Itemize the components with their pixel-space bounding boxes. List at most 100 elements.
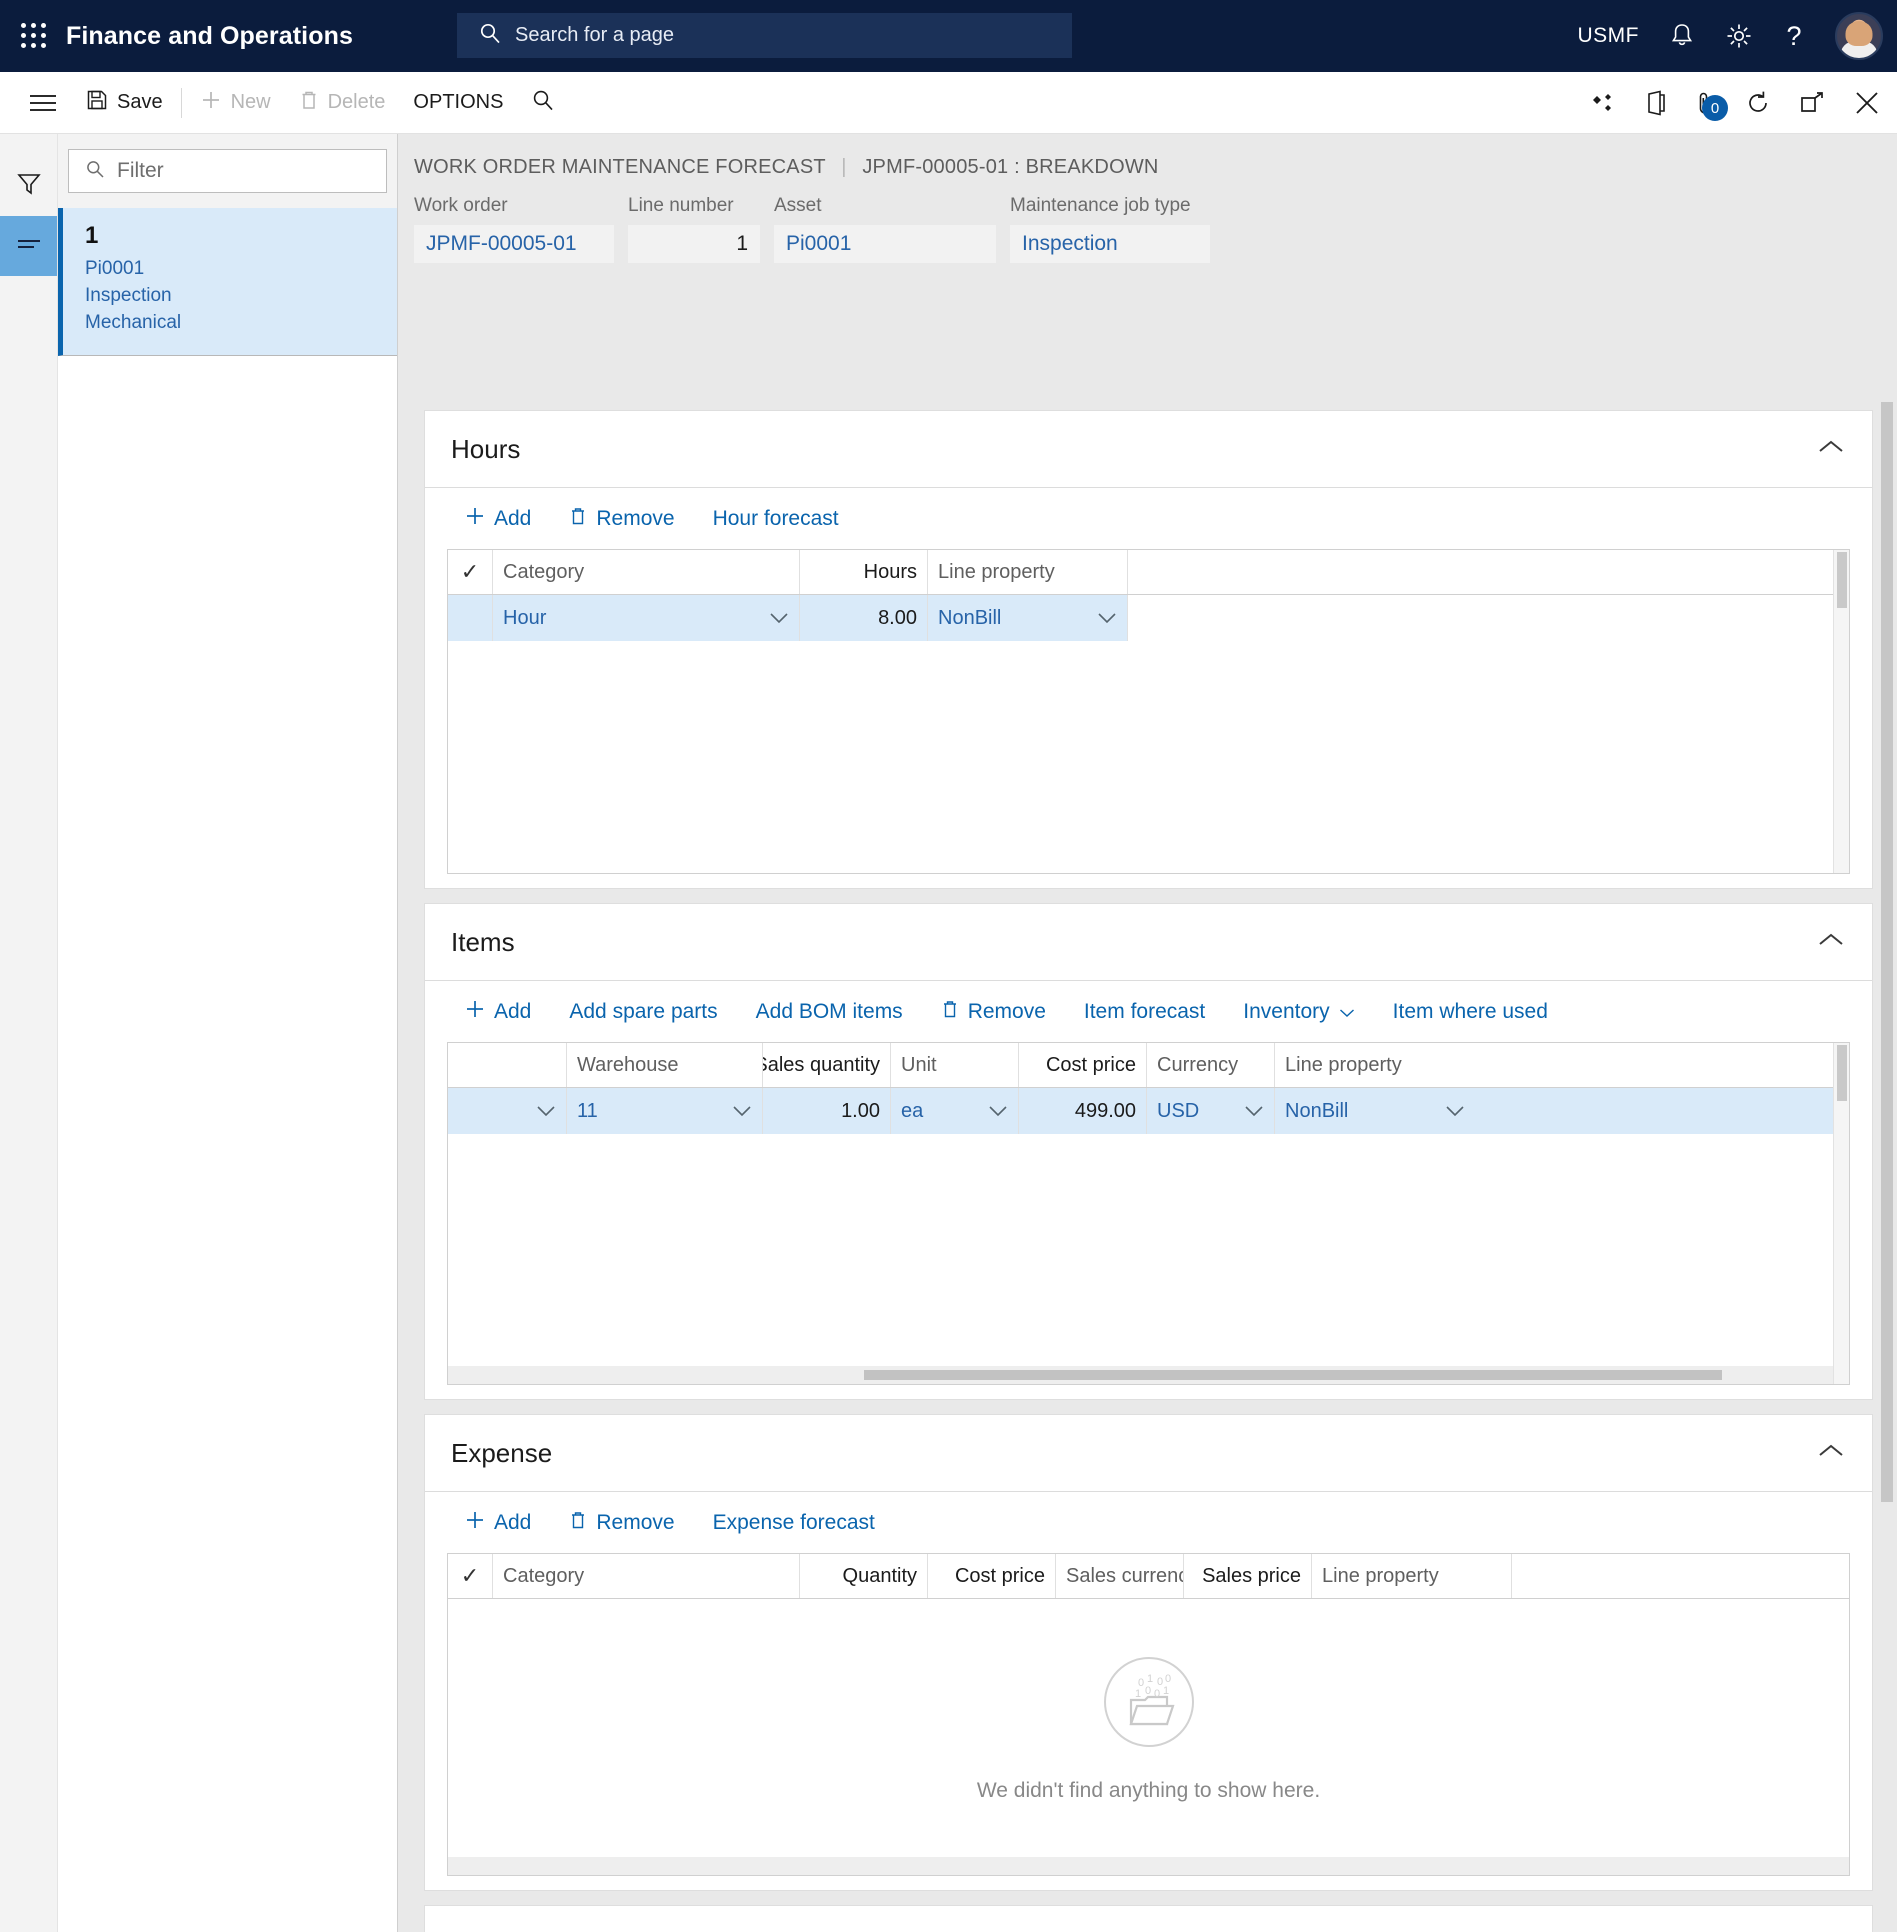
- company-selector[interactable]: USMF: [1578, 24, 1640, 48]
- field-label: Maintenance job type: [1010, 195, 1191, 216]
- breadcrumb-page[interactable]: WORK ORDER MAINTENANCE FORECAST: [414, 156, 825, 178]
- cell-cost-price[interactable]: 499.00: [1019, 1088, 1147, 1134]
- expense-grid-horizontal-scrollbar[interactable]: [448, 1857, 1849, 1875]
- add-bom-items-button[interactable]: Add BOM items: [740, 981, 919, 1043]
- expense-forecast-button[interactable]: Expense forecast: [697, 1492, 891, 1554]
- cell-currency[interactable]: USD: [1147, 1088, 1275, 1134]
- scroll-thumb[interactable]: [1836, 1045, 1847, 1101]
- table-row[interactable]: 11 1.00 ea 499.00 USD NonBill: [448, 1088, 1833, 1134]
- office-apps-icon[interactable]: [1645, 90, 1667, 116]
- cell-hours[interactable]: 8.00: [800, 595, 928, 641]
- delete-button[interactable]: Delete: [285, 72, 400, 134]
- column-header-warehouse[interactable]: Warehouse: [567, 1043, 763, 1087]
- list-item[interactable]: 1 Pi0001 Inspection Mechanical: [58, 208, 397, 356]
- items-grid-empty-body: [448, 1134, 1833, 1366]
- popout-window-icon[interactable]: [1799, 91, 1825, 115]
- column-header-cost-price[interactable]: Cost price: [928, 1554, 1056, 1598]
- hours-remove-button[interactable]: Remove: [553, 488, 690, 550]
- column-header-line-property[interactable]: Line property: [928, 550, 1128, 594]
- cell-sales-quantity[interactable]: 1.00: [763, 1088, 891, 1134]
- column-header-line-property[interactable]: Line property: [1275, 1043, 1475, 1087]
- cell-line-property[interactable]: NonBill: [1275, 1088, 1475, 1134]
- command-search-button[interactable]: [517, 72, 569, 134]
- expense-grid: ✓ Category Quantity Cost price Sales cur…: [447, 1553, 1850, 1876]
- column-header-quantity[interactable]: Quantity: [800, 1554, 928, 1598]
- cell-item[interactable]: [448, 1088, 567, 1134]
- cell-unit[interactable]: ea: [891, 1088, 1019, 1134]
- options-button[interactable]: OPTIONS: [399, 72, 517, 134]
- rail-filter-button[interactable]: [0, 156, 57, 216]
- scroll-thumb[interactable]: [863, 1370, 1723, 1380]
- rail-list-button[interactable]: [0, 216, 57, 276]
- navigation-menu-icon[interactable]: [14, 94, 72, 111]
- chevron-up-icon[interactable]: [1818, 932, 1844, 953]
- waffle-icon[interactable]: [16, 18, 52, 54]
- filter-input[interactable]: Filter: [68, 149, 387, 193]
- field-label: Asset: [774, 195, 822, 216]
- expense-remove-button[interactable]: Remove: [553, 1492, 690, 1554]
- hours-section-header[interactable]: Hours: [425, 411, 1872, 487]
- attachments-button[interactable]: 0: [1695, 89, 1728, 121]
- expense-add-button[interactable]: Add: [449, 1492, 547, 1554]
- items-section-header[interactable]: Items: [425, 904, 1872, 980]
- row-select-cell[interactable]: [448, 595, 493, 641]
- help-question-icon[interactable]: ?: [1783, 21, 1805, 51]
- save-button[interactable]: Save: [72, 72, 177, 134]
- column-header-category[interactable]: Category: [493, 1554, 800, 1598]
- chevron-down-icon[interactable]: [1445, 1100, 1465, 1123]
- items-add-button[interactable]: Add: [449, 981, 547, 1043]
- personalize-diamond-icon[interactable]: [1589, 92, 1617, 114]
- column-header-item[interactable]: [448, 1043, 567, 1087]
- page-vertical-scrollbar[interactable]: [1881, 402, 1893, 1922]
- items-grid-horizontal-scrollbar[interactable]: [448, 1366, 1833, 1384]
- add-spare-parts-button[interactable]: Add spare parts: [553, 981, 733, 1043]
- notification-bell-icon[interactable]: [1669, 22, 1695, 50]
- column-header-category[interactable]: Category: [493, 550, 800, 594]
- settings-gear-icon[interactable]: [1725, 22, 1753, 50]
- line-number-input[interactable]: 1: [628, 225, 760, 263]
- asset-input[interactable]: Pi0001: [774, 225, 996, 263]
- column-header-sales-price[interactable]: Sales price: [1184, 1554, 1312, 1598]
- scroll-thumb[interactable]: [1836, 552, 1847, 608]
- cell-line-property[interactable]: NonBill: [928, 595, 1128, 641]
- column-header-hours[interactable]: Hours: [800, 550, 928, 594]
- close-icon[interactable]: [1853, 89, 1881, 117]
- table-row[interactable]: Hour 8.00 NonBill: [448, 595, 1833, 641]
- chevron-down-icon: [1339, 1000, 1355, 1024]
- column-header-line-property[interactable]: Line property: [1312, 1554, 1512, 1598]
- svg-text:0: 0: [1154, 1688, 1160, 1700]
- column-header-cost-price[interactable]: Cost price: [1019, 1043, 1147, 1087]
- chevron-up-icon[interactable]: [1818, 1443, 1844, 1464]
- user-avatar[interactable]: [1835, 12, 1883, 60]
- scroll-thumb[interactable]: [1881, 402, 1893, 1502]
- select-all-checkmark-icon[interactable]: ✓: [448, 1554, 493, 1598]
- maintenance-job-type-input[interactable]: Inspection: [1010, 225, 1210, 263]
- item-forecast-button[interactable]: Item forecast: [1068, 981, 1221, 1043]
- chevron-up-icon[interactable]: [1818, 439, 1844, 460]
- items-grid-vertical-scrollbar[interactable]: [1833, 1043, 1849, 1384]
- items-remove-button[interactable]: Remove: [925, 981, 1062, 1043]
- chevron-down-icon[interactable]: [988, 1100, 1008, 1123]
- chevron-down-icon[interactable]: [1097, 607, 1117, 630]
- work-order-input[interactable]: JPMF-00005-01: [414, 225, 614, 263]
- chevron-down-icon[interactable]: [769, 607, 789, 630]
- inventory-menu-button[interactable]: Inventory: [1227, 981, 1370, 1043]
- refresh-icon[interactable]: [1745, 90, 1771, 116]
- hour-forecast-button[interactable]: Hour forecast: [697, 488, 855, 550]
- hours-add-button[interactable]: Add: [449, 488, 547, 550]
- select-all-checkmark-icon[interactable]: ✓: [448, 550, 493, 594]
- item-where-used-button[interactable]: Item where used: [1377, 981, 1564, 1043]
- column-header-sales-currency[interactable]: Sales currency: [1056, 1554, 1184, 1598]
- chevron-down-icon[interactable]: [536, 1100, 556, 1123]
- chevron-down-icon[interactable]: [1244, 1100, 1264, 1123]
- cell-warehouse[interactable]: 11: [567, 1088, 763, 1134]
- column-header-currency[interactable]: Currency: [1147, 1043, 1275, 1087]
- cell-category[interactable]: Hour: [493, 595, 800, 641]
- column-header-sales-quantity[interactable]: Sales quantity: [763, 1043, 891, 1087]
- new-button[interactable]: New: [186, 72, 285, 134]
- column-header-unit[interactable]: Unit: [891, 1043, 1019, 1087]
- chevron-down-icon[interactable]: [732, 1100, 752, 1123]
- hours-grid-vertical-scrollbar[interactable]: [1833, 550, 1849, 873]
- expense-section-header[interactable]: Expense: [425, 1415, 1872, 1491]
- global-search-input[interactable]: Search for a page: [457, 13, 1072, 58]
